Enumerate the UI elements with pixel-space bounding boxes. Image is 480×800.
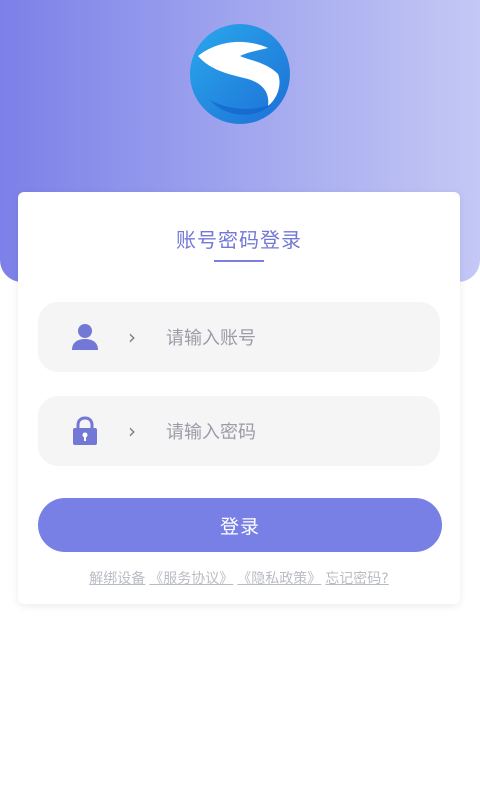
footer-links: 解绑设备 《服务协议》 《隐私政策》 忘记密码? (18, 568, 460, 588)
privacy-policy-link[interactable]: 《隐私政策》 (237, 571, 321, 587)
login-card: 账号密码登录 › › 登录 解绑设备《服务协议》《隐私政策》忘记密码? (18, 192, 460, 604)
account-input[interactable] (164, 320, 418, 356)
login-button[interactable]: 登录 (38, 498, 442, 552)
user-icon (72, 324, 98, 350)
title-underline (214, 260, 264, 262)
password-input[interactable] (164, 414, 418, 450)
chevron-right-icon: › (128, 325, 136, 349)
unbind-device-link[interactable]: 解绑设备 (89, 571, 145, 587)
password-field[interactable]: › (38, 396, 440, 466)
forgot-password-link[interactable]: 忘记密码? (325, 571, 388, 587)
service-agreement-link[interactable]: 《服务协议》 (149, 571, 233, 587)
account-field[interactable]: › (38, 302, 440, 372)
login-title: 账号密码登录 (176, 228, 302, 252)
app-logo (190, 24, 290, 124)
chevron-right-icon: › (128, 419, 136, 443)
lock-icon (73, 416, 97, 445)
